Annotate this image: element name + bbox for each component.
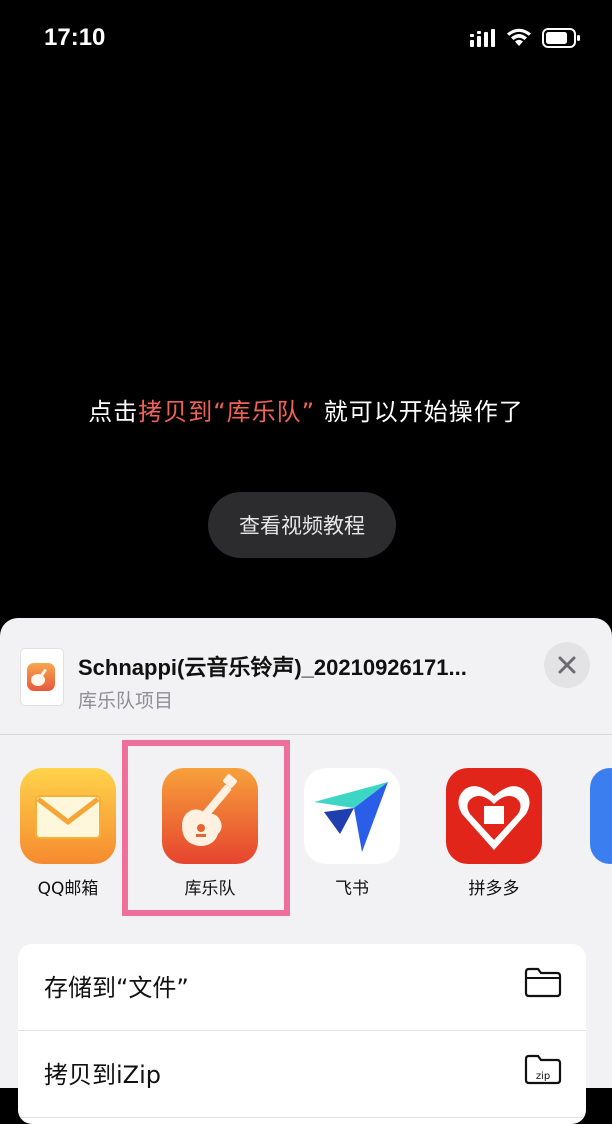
file-name: Schnappi(云音乐铃声)_20210926171... [78, 655, 467, 680]
close-button[interactable] [544, 642, 590, 688]
app-label: 飞书 [335, 879, 369, 899]
app-label: 拼多多 [468, 879, 520, 899]
instruction-text: 点击拷贝到“库乐队” 就可以开始操作了 [0, 392, 612, 427]
battery-icon [542, 28, 580, 48]
file-thumbnail [20, 648, 64, 706]
close-icon [558, 656, 576, 674]
app-partial-next[interactable] [590, 768, 612, 864]
file-type: 库乐队项目 [78, 690, 174, 712]
svg-text:zip: zip [536, 1071, 550, 1082]
view-tutorial-button[interactable]: 查看视频教程 [208, 492, 396, 558]
action-label: 存储到“文件” [44, 974, 189, 1002]
folder-icon [524, 967, 562, 998]
instruction-highlight: 拷贝到“库乐队” [138, 398, 316, 426]
mail-icon [20, 768, 116, 864]
app-label: QQ邮箱 [37, 879, 99, 899]
signal-icon [470, 29, 495, 47]
action-label: 拷贝到iZip [44, 1061, 162, 1089]
heart-icon [446, 768, 542, 864]
share-sheet-header: Schnappi(云音乐铃声)_20210926171... 库乐队项目 [0, 618, 612, 735]
action-copy-to-izip[interactable]: 拷贝到iZip zip [18, 1031, 586, 1118]
wifi-icon [507, 28, 531, 46]
paper-plane-icon [304, 768, 400, 864]
action-save-to-files[interactable]: 存储到“文件” [18, 944, 586, 1031]
share-apps-row: QQ邮箱 库乐队 飞书 拼多多 [0, 766, 612, 906]
instruction-prefix: 点击 [88, 398, 139, 426]
highlight-frame [122, 740, 290, 916]
share-sheet: Schnappi(云音乐铃声)_20210926171... 库乐队项目 QQ邮… [0, 618, 612, 1124]
status-icons [470, 28, 580, 48]
garageband-file-icon [27, 663, 55, 691]
instruction-suffix: 就可以开始操作了 [315, 398, 524, 426]
zip-folder-icon: zip [524, 1054, 562, 1085]
share-actions-list: 存储到“文件” 拷贝到iZip zip [18, 944, 586, 1124]
status-time: 17:10 [44, 24, 106, 51]
status-bar: 17:10 [0, 0, 612, 80]
